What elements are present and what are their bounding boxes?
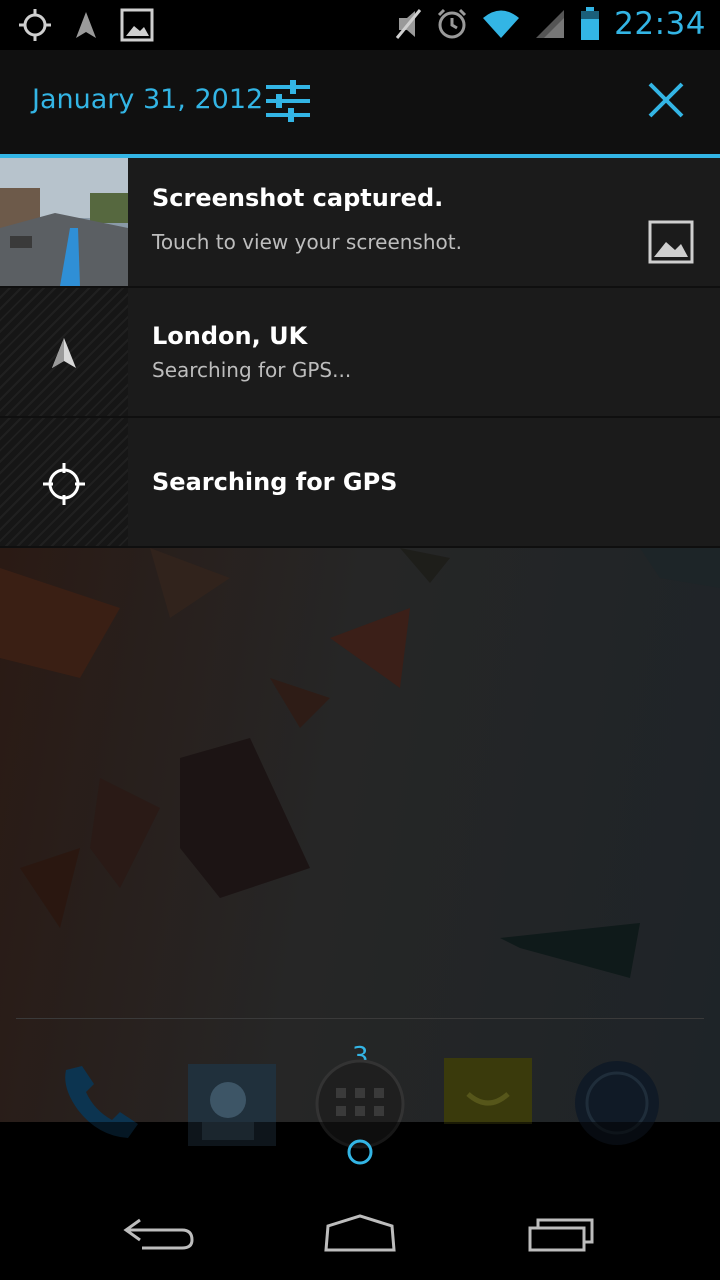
gallery-icon <box>648 220 694 264</box>
notification-title: Searching for GPS <box>152 468 398 496</box>
dock-divider <box>16 1018 704 1019</box>
notification-icon-box <box>0 288 128 416</box>
home-icon[interactable] <box>322 1212 398 1254</box>
clock: 22:34 <box>614 6 706 42</box>
notification-text: Touch to view your screenshot. <box>152 230 462 254</box>
notification-title: Screenshot captured. <box>152 184 444 212</box>
quick-settings-button[interactable] <box>262 78 314 124</box>
notification-gps[interactable]: Searching for GPS <box>0 418 720 548</box>
notification-icon-box <box>0 418 128 546</box>
gps-target-icon <box>19 9 51 41</box>
close-icon <box>648 82 684 118</box>
shade-handle[interactable] <box>0 1122 720 1184</box>
wifi-icon <box>483 10 520 38</box>
back-icon[interactable] <box>122 1214 196 1254</box>
gps-target-icon <box>43 463 85 505</box>
home-wallpaper <box>0 548 720 1122</box>
notification-text: Searching for GPS... <box>152 358 352 382</box>
status-bar: 22:34 <box>0 0 720 50</box>
navigation-arrow-icon <box>52 338 76 368</box>
clear-notifications-button[interactable] <box>642 76 690 124</box>
notification-screenshot[interactable]: Screenshot captured. Touch to view your … <box>0 158 720 288</box>
navigation-arrow-icon <box>76 12 96 38</box>
gallery-icon <box>120 8 154 42</box>
handle-ring-icon <box>347 1139 373 1165</box>
signal-icon <box>536 10 565 38</box>
screenshot-thumbnail <box>0 158 128 286</box>
settings-sliders-icon <box>266 80 310 122</box>
recent-apps-icon[interactable] <box>526 1214 598 1254</box>
date-label: January 31, 2012 <box>32 84 264 115</box>
battery-icon <box>581 7 600 40</box>
alarm-icon <box>438 8 467 39</box>
mute-icon <box>395 9 422 39</box>
navigation-bar <box>0 1184 720 1280</box>
notification-navigation[interactable]: London, UK Searching for GPS... <box>0 288 720 418</box>
notification-title: London, UK <box>152 322 308 350</box>
